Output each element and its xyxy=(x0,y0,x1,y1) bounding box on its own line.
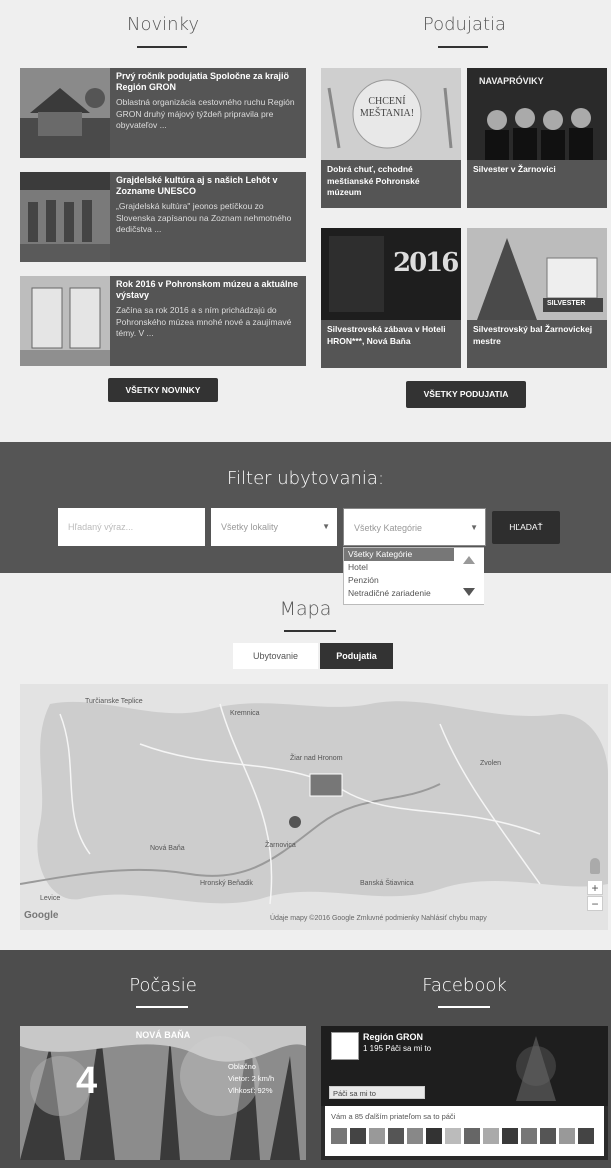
news-thumbnail xyxy=(20,276,110,366)
map-place-label: Hronský Beňadik xyxy=(200,880,253,887)
map-place-label: Turčianske Teplice xyxy=(85,698,143,705)
chevron-down-icon: ▼ xyxy=(470,523,478,532)
event-image-caption: SILVESTER xyxy=(547,300,586,307)
tab-events[interactable]: Podujatia xyxy=(320,643,393,669)
news-title-underline xyxy=(137,46,187,48)
event-title[interactable]: Silvestrovský bal Žarnovickej mestre xyxy=(473,324,602,347)
filter-title: Filter ubytovania: xyxy=(226,468,385,489)
event-card[interactable]: 2016 Silvestrovská zábava v Hoteli HRON*… xyxy=(321,228,461,368)
news-thumbnail xyxy=(20,68,110,158)
facebook-title: Facebook xyxy=(422,975,507,996)
facebook-like-label: Páči sa mi to xyxy=(333,1089,376,1098)
map-place-label: Nová Baňa xyxy=(150,845,185,852)
news-excerpt: „Grajdelská kultúra" jeonos petíčkou zo … xyxy=(116,201,292,234)
facebook-likes-count: 1 195 Páči sa mi to xyxy=(363,1044,432,1053)
news-thumbnail xyxy=(20,172,110,262)
dropdown-scrollbar[interactable] xyxy=(455,548,484,604)
map-title-underline xyxy=(284,630,336,632)
weather-title-underline xyxy=(136,1006,188,1008)
facebook-widget[interactable]: Región GRON 1 195 Páči sa mi to Páči sa … xyxy=(321,1026,608,1160)
event-image-caption: 2016 xyxy=(393,248,459,278)
news-item[interactable]: Rok 2016 v Pohronskom múzeu a aktuálne v… xyxy=(20,276,306,366)
event-image-caption: CHCENÍ MEŠTANIA! xyxy=(359,96,415,119)
map-place-label: Kremnica xyxy=(230,710,260,717)
facebook-like-button[interactable]: Páči sa mi to xyxy=(329,1086,425,1099)
map-place-label: Zvolen xyxy=(480,760,502,767)
search-input[interactable]: Hľadaný výraz... xyxy=(58,508,205,546)
zoom-in-button[interactable]: + xyxy=(587,880,603,895)
event-title[interactable]: Dobrá chuť, cchodné meštianské Pohronské… xyxy=(327,164,456,199)
facebook-friends-text: Vám a 85 ďalším priateľom sa to páči xyxy=(331,1112,456,1121)
category-select-value: Všetky Kategórie xyxy=(354,523,423,533)
news-section-title: Novinky xyxy=(127,14,199,35)
pegman-icon[interactable] xyxy=(590,858,600,874)
events-title-underline xyxy=(438,46,488,48)
facebook-title-underline xyxy=(438,1006,490,1008)
all-events-button[interactable]: VŠETKY PODUJATIA xyxy=(406,381,526,408)
map-place-label: Levice xyxy=(40,895,61,902)
facebook-friends-panel: Vám a 85 ďalším priateľom sa to páči xyxy=(325,1106,604,1156)
chevron-down-icon: ▼ xyxy=(322,522,330,531)
news-item[interactable]: Grajdelské kultúra aj s našich Lehôt v Z… xyxy=(20,172,306,262)
map-attribution[interactable]: Údaje mapy ©2016 Google Zmluvné podmienk… xyxy=(270,915,487,922)
map-title: Mapa xyxy=(279,598,332,620)
event-card[interactable]: NAVAPRÓVIKY Silvester v Žarnovici xyxy=(467,68,607,208)
events-section-title: Podujatia xyxy=(422,14,507,35)
event-title[interactable]: Silvestrovská zábava v Hoteli HRON***, N… xyxy=(327,324,456,347)
category-select[interactable]: Všetky Kategórie ▼ xyxy=(343,508,486,546)
search-button[interactable]: HĽADAŤ xyxy=(492,511,560,544)
facebook-page-avatar xyxy=(331,1032,359,1060)
scroll-down-icon[interactable] xyxy=(463,588,475,596)
weather-title: Počasie xyxy=(129,975,197,996)
tab-accommodation[interactable]: Ubytovanie xyxy=(233,643,318,669)
google-logo: Google xyxy=(24,910,59,921)
weather-detail: Vlhkosť: 92% xyxy=(228,1086,273,1095)
event-image-caption: NAVAPRÓVIKY xyxy=(479,76,544,86)
weather-city: NOVÁ BAŇA xyxy=(135,1030,191,1040)
news-title[interactable]: Rok 2016 v Pohronskom múzeu a aktuálne v… xyxy=(116,279,300,301)
facebook-page-name[interactable]: Región GRON xyxy=(363,1032,423,1042)
weather-detail: Vietor: 2 km/h xyxy=(228,1074,275,1083)
scroll-up-icon[interactable] xyxy=(463,556,475,564)
map-place-label: Banská Štiavnica xyxy=(360,880,414,887)
location-select[interactable]: Všetky lokality ▼ xyxy=(211,508,337,546)
facebook-friend-avatars xyxy=(331,1128,594,1144)
news-excerpt: Oblastná organizácia cestovného ruchu Re… xyxy=(116,97,295,130)
category-option[interactable]: Všetky Kategórie xyxy=(344,548,454,561)
event-card[interactable]: SILVESTER Silvestrovský bal Žarnovickej … xyxy=(467,228,607,368)
weather-temperature: 4 xyxy=(76,1060,98,1102)
event-title[interactable]: Silvester v Žarnovici xyxy=(473,164,602,176)
all-news-button[interactable]: VŠETKY NOVINKY xyxy=(108,378,218,402)
weather-detail: Oblačno xyxy=(228,1062,256,1071)
news-excerpt: Začína sa rok 2016 a s ním prichádzajú d… xyxy=(116,305,292,338)
event-card[interactable]: CHCENÍ MEŠTANIA! Dobrá chuť, cchodné meš… xyxy=(321,68,461,208)
map-view[interactable] xyxy=(20,684,608,930)
zoom-out-button[interactable]: − xyxy=(587,896,603,911)
news-title[interactable]: Prvý ročník podujatia Spoločne za krajiö… xyxy=(116,71,300,93)
map-place-label: Žarnovica xyxy=(265,842,296,849)
news-title[interactable]: Grajdelské kultúra aj s našich Lehôt v Z… xyxy=(116,175,300,197)
location-select-value: Všetky lokality xyxy=(221,522,279,532)
news-item[interactable]: Prvý ročník podujatia Spoločne za krajiö… xyxy=(20,68,306,158)
map-place-label: Žiar nad Hronom xyxy=(290,755,343,762)
